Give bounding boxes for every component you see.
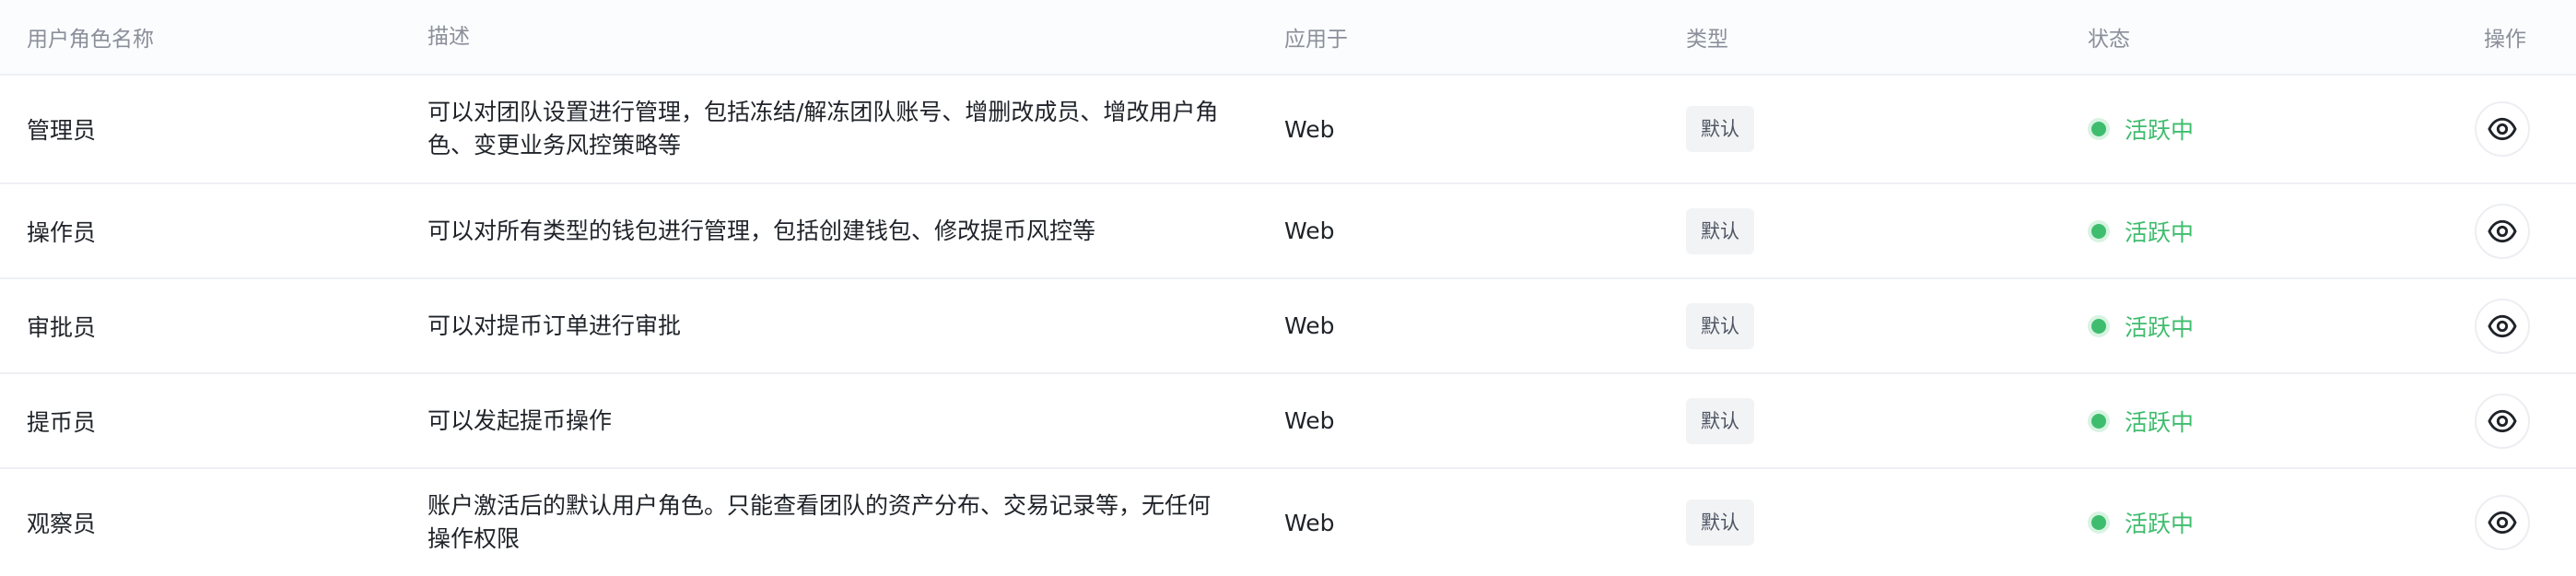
view-button[interactable] xyxy=(2475,203,2530,259)
status-text: 活跃中 xyxy=(2125,408,2195,436)
role-app: Web xyxy=(1284,312,1335,339)
role-description: 账户激活后的默认用户角色。只能查看团队的资产分布、交易记录等，无任何操作权限 xyxy=(427,492,1212,552)
type-tag: 默认 xyxy=(1686,397,1754,444)
column-header-name: 用户角色名称 xyxy=(27,28,154,52)
view-button[interactable] xyxy=(2475,298,2530,354)
table-row: 管理员 可以对团队设置进行管理，包括冻结/解冻团队账号、增删改成员、增改用户角色… xyxy=(0,76,2576,184)
role-app: Web xyxy=(1284,509,1335,536)
view-button[interactable] xyxy=(2475,101,2530,157)
column-header-action: 操作 xyxy=(2484,28,2526,52)
table-row: 操作员 可以对所有类型的钱包进行管理，包括创建钱包、修改提币风控等 Web 默认… xyxy=(0,184,2576,279)
eye-icon xyxy=(2488,314,2517,337)
role-name: 操作员 xyxy=(27,218,97,246)
column-header-app: 应用于 xyxy=(1284,28,1348,52)
eye-icon xyxy=(2488,511,2517,535)
status-dot-icon xyxy=(2091,515,2106,530)
role-name: 提币员 xyxy=(27,408,97,436)
type-tag: 默认 xyxy=(1686,106,1754,152)
status-badge: 活跃中 xyxy=(2088,310,2484,343)
status-dot-icon xyxy=(2091,413,2106,429)
status-text: 活跃中 xyxy=(2125,313,2195,341)
status-dot-icon xyxy=(2091,122,2106,136)
role-description: 可以对提币订单进行审批 xyxy=(427,312,682,339)
role-description: 可以对团队设置进行管理，包括冻结/解冻团队账号、增删改成员、增改用户角色、变更业… xyxy=(427,99,1219,159)
role-description: 可以发起提币操作 xyxy=(427,406,613,434)
column-header-status: 状态 xyxy=(2088,28,2130,52)
column-header-desc: 描述 xyxy=(427,25,470,49)
roles-table: 用户角色名称 描述 应用于 类型 状态 操作 管理员 可以对团队设置进行管理，包… xyxy=(0,0,2576,576)
status-dot-icon xyxy=(2091,318,2106,334)
status-text: 活跃中 xyxy=(2125,117,2195,144)
eye-icon xyxy=(2488,117,2517,141)
eye-icon xyxy=(2488,219,2517,242)
table-header: 用户角色名称 描述 应用于 类型 状态 操作 xyxy=(0,0,2576,76)
table-row: 提币员 可以发起提币操作 Web 默认 活跃中 xyxy=(0,374,2576,469)
type-tag: 默认 xyxy=(1686,302,1754,349)
view-button[interactable] xyxy=(2475,495,2530,550)
status-text: 活跃中 xyxy=(2125,218,2195,246)
role-app: Web xyxy=(1284,115,1335,143)
status-dot-icon xyxy=(2091,223,2106,239)
column-header-type: 类型 xyxy=(1686,28,1728,52)
status-badge: 活跃中 xyxy=(2088,112,2484,146)
type-tag: 默认 xyxy=(1686,500,1754,546)
role-app: Web xyxy=(1284,407,1335,434)
role-name: 管理员 xyxy=(27,117,97,144)
status-text: 活跃中 xyxy=(2125,511,2195,537)
table-row: 观察员 账户激活后的默认用户角色。只能查看团队的资产分布、交易记录等，无任何操作… xyxy=(0,469,2576,576)
status-badge: 活跃中 xyxy=(2088,506,2484,539)
role-name: 审批员 xyxy=(27,313,97,341)
status-badge: 活跃中 xyxy=(2088,215,2484,248)
eye-icon xyxy=(2488,409,2517,432)
status-badge: 活跃中 xyxy=(2088,405,2484,438)
role-description: 可以对所有类型的钱包进行管理，包括创建钱包、修改提币风控等 xyxy=(427,217,1096,244)
type-tag: 默认 xyxy=(1686,207,1754,254)
role-app: Web xyxy=(1284,217,1335,244)
table-row: 审批员 可以对提币订单进行审批 Web 默认 活跃中 xyxy=(0,279,2576,374)
view-button[interactable] xyxy=(2475,393,2530,449)
role-name: 观察员 xyxy=(27,511,97,537)
